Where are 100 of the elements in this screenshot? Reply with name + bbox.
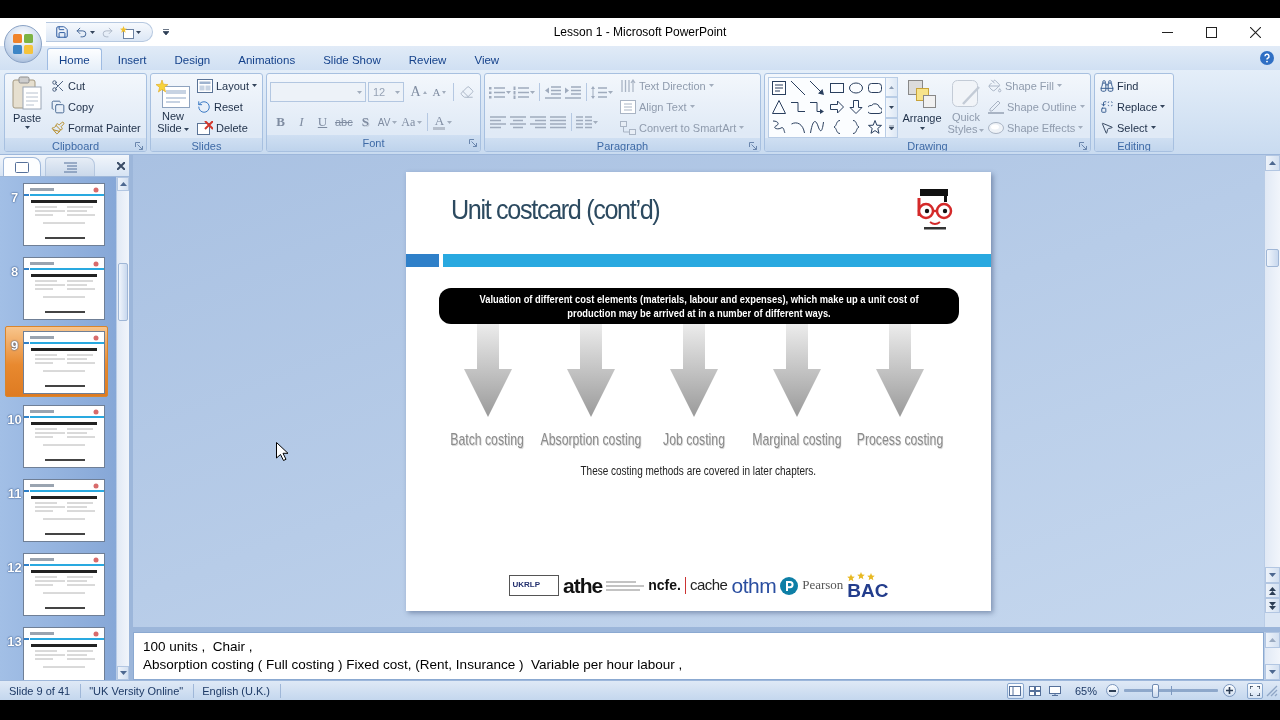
disc-logo-icon	[780, 576, 799, 595]
ribbon-tab[interactable]: Design	[162, 48, 223, 70]
curve-icon[interactable]	[810, 120, 825, 135]
normal-view-icon	[1009, 685, 1022, 696]
right-arrow-icon[interactable]	[829, 100, 844, 115]
arc-icon[interactable]	[791, 120, 805, 135]
office-logo-icon	[13, 34, 33, 54]
dialog-launcher-button[interactable]	[1079, 142, 1087, 150]
rounded-rectangle-icon[interactable]	[868, 80, 883, 95]
select-button[interactable]: Select	[1098, 117, 1168, 138]
copy-button[interactable]: Copy	[49, 96, 143, 117]
help-button[interactable]	[1260, 51, 1274, 65]
costing-method-label: Absorption costing	[540, 429, 641, 450]
scroll-up-button[interactable]	[1265, 155, 1280, 171]
zoom-out-button[interactable]	[1106, 684, 1119, 697]
cloud-icon[interactable]	[868, 100, 883, 115]
dialog-launcher-button[interactable]	[135, 142, 143, 150]
logo-wordmark: ncfe.	[648, 577, 681, 594]
scissors-icon	[51, 78, 65, 93]
paste-button[interactable]: Paste	[8, 75, 46, 138]
previous-slide-button[interactable]	[1265, 583, 1280, 598]
scroll-up-button[interactable]	[117, 177, 129, 191]
quick-styles-icon	[951, 79, 981, 109]
rectangle-icon[interactable]	[829, 80, 844, 95]
save-button[interactable]	[54, 24, 70, 40]
group-label: Slides	[191, 140, 222, 151]
stars-icon	[847, 571, 876, 582]
scroll-down-button[interactable]	[1265, 664, 1280, 680]
zoom-level-button[interactable]: 65%	[1066, 684, 1103, 697]
cut-button[interactable]: Cut	[49, 75, 143, 96]
dialog-launcher-button[interactable]	[469, 139, 477, 147]
normal-view-button[interactable]	[1006, 682, 1024, 699]
arrow-line-icon[interactable]	[810, 80, 825, 95]
ribbon-tab[interactable]: Review	[396, 48, 459, 70]
layout-button[interactable]: Layout	[195, 75, 260, 96]
oval-icon[interactable]	[849, 80, 863, 95]
slide-x-icon	[197, 120, 213, 135]
up-caret-icon	[1269, 638, 1276, 642]
scroll-down-button[interactable]	[117, 666, 129, 680]
slide-thumbnail-item[interactable]: 13	[5, 622, 108, 680]
gallery-more-button[interactable]	[886, 117, 898, 138]
smartart-icon	[620, 120, 636, 135]
format-painter-button[interactable]: Format Painter	[49, 117, 143, 138]
plus-icon	[1226, 687, 1233, 694]
triangle-icon[interactable]	[771, 100, 786, 115]
scrollbar-thumb[interactable]	[1266, 249, 1279, 267]
caret-icon	[708, 84, 714, 87]
copy-icon	[51, 99, 65, 114]
caret-icon	[183, 127, 189, 131]
zoom-slider-thumb[interactable]	[1152, 683, 1159, 698]
ribbon-tab[interactable]: Insert	[105, 48, 159, 70]
zoom-in-button[interactable]	[1223, 684, 1236, 697]
ribbon-tab[interactable]: Slide Show	[311, 48, 393, 70]
elbow-connector-icon[interactable]	[791, 100, 805, 115]
star-icon[interactable]	[868, 120, 883, 135]
text-box-icon[interactable]	[771, 80, 786, 95]
slide-thumbnail-item[interactable]: 12	[5, 548, 108, 619]
reset-button[interactable]: Reset	[195, 96, 260, 117]
zoom-slider[interactable]	[1124, 683, 1218, 698]
next-slide-button[interactable]	[1265, 598, 1280, 613]
gallery-down-button[interactable]	[886, 97, 898, 118]
slides-tab[interactable]	[3, 157, 41, 176]
caret-icon	[357, 90, 362, 94]
replace-button[interactable]: Replace	[1098, 96, 1168, 117]
scribble-icon[interactable]	[771, 120, 786, 135]
ribbon-tab[interactable]: Home	[47, 48, 102, 70]
find-button[interactable]: Find	[1098, 75, 1168, 96]
caret-icon	[136, 30, 141, 34]
slide-thumbnail-item[interactable]: 8	[5, 252, 108, 323]
costing-method-label: Job costing	[662, 429, 725, 450]
dialog-launcher-button[interactable]	[749, 142, 757, 150]
scrollbar-thumb[interactable]	[118, 263, 128, 321]
outline-lines-icon	[63, 161, 77, 173]
language-text[interactable]: English (U.K.)	[194, 683, 282, 698]
scroll-down-button[interactable]	[1265, 567, 1280, 583]
office-button[interactable]	[4, 25, 42, 63]
logo-wordmark: BAC	[847, 581, 889, 600]
slide-number: 8	[9, 263, 20, 279]
slide-thumbnail-item[interactable]: 7	[5, 178, 108, 249]
ribbon-tab[interactable]: Animations	[226, 48, 308, 70]
close-pane-button[interactable]	[117, 161, 125, 170]
align-left-icon	[490, 115, 506, 129]
new-item-button[interactable]	[119, 24, 142, 40]
new-slide-button[interactable]: New Slide	[154, 75, 192, 138]
caret-icon	[530, 90, 535, 94]
slide-thumbnail-item[interactable]: 11	[5, 474, 108, 545]
line-icon[interactable]	[791, 80, 805, 95]
elbow-arrow-icon[interactable]	[810, 100, 825, 115]
slide-thumbnail-item[interactable]: 10	[5, 400, 108, 471]
caret-icon	[24, 126, 30, 129]
notes-pane[interactable]: 100 units , Chair , Absorption costing ( Full costing ) Fixed cost, (Rent, Insurance ) Variable per hour labour ,	[133, 632, 1264, 680]
theme-name-text: "UK Versity Online"	[81, 683, 195, 698]
fit-to-window-button[interactable]	[1247, 682, 1263, 699]
costing-method-label: Batch costing	[450, 429, 525, 450]
window-title: Lesson 1 - Microsoft PowerPoint	[553, 25, 727, 39]
ribbon-tab[interactable]: View	[462, 48, 512, 70]
slide-thumbnail-item[interactable]: 9	[5, 326, 108, 397]
arrange-button[interactable]: Arrange	[898, 75, 946, 138]
delete-button[interactable]: Delete	[195, 117, 260, 138]
down-arrow-icon[interactable]	[849, 100, 863, 115]
